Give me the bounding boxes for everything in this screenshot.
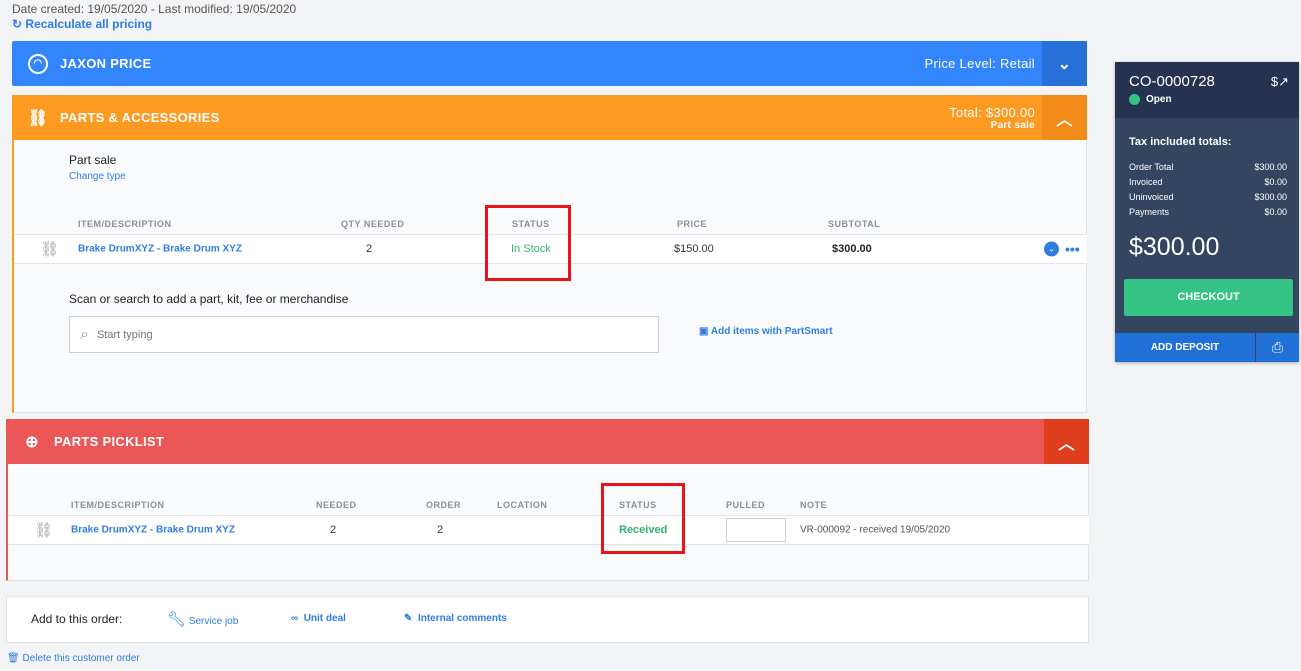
more-icon[interactable]: ••• [1065, 241, 1080, 257]
col-needed: NEEDED [316, 500, 357, 510]
picklist-header[interactable]: ⊕ PARTS PICKLIST ︿ [6, 419, 1089, 464]
order-summary: CO-0000728 Open $↗ Tax included totals: … [1115, 62, 1299, 362]
customer-name: JAXON PRICE [60, 56, 152, 71]
checkout-button[interactable]: CHECKOUT [1124, 279, 1293, 316]
highlight-box [485, 205, 571, 281]
total-line: Order Total $300.00 [1129, 162, 1287, 172]
col-order: ORDER [426, 500, 462, 510]
col-note: NOTE [800, 500, 828, 510]
recalculate-pricing-link[interactable]: ↻ Recalculate all pricing [12, 17, 152, 31]
pricing-icon[interactable]: $↗ [1271, 74, 1289, 90]
col-qty: QTY NEEDED [341, 219, 405, 229]
wrench-icon: 🔧︎ [167, 611, 187, 628]
partsmart-link[interactable]: ▣ Add items with PartSmart [699, 326, 833, 337]
col-subtotal: SUBTOTAL [828, 219, 881, 229]
parts-type: Part sale [990, 119, 1035, 131]
pulled-input[interactable] [726, 518, 786, 542]
change-type-link[interactable]: Change type [69, 171, 126, 182]
picklist-body: ITEM/DESCRIPTION NEEDED ORDER LOCATION S… [6, 464, 1089, 581]
sale-label: Part sale [69, 153, 117, 167]
print-icon[interactable]: ⎙ [1256, 333, 1299, 362]
order-id: CO-0000728 [1129, 73, 1215, 90]
highlight-box [601, 483, 685, 554]
internal-comments-link[interactable]: ✎ Internal comments [404, 613, 507, 624]
col-price: PRICE [677, 219, 708, 229]
search-icon: ⌕ [80, 325, 89, 343]
part-icon: ⛓ [34, 522, 54, 539]
total-line: Uninvoiced $300.00 [1129, 192, 1287, 202]
total-line: Payments $0.00 [1129, 207, 1287, 217]
chevron-up-icon[interactable]: ︿ [1042, 95, 1087, 140]
picklist-title: PARTS PICKLIST [54, 434, 165, 449]
refresh-icon: ↻ [12, 17, 23, 31]
total-line: Invoiced $0.00 [1129, 177, 1287, 187]
subtotal: $300.00 [832, 243, 872, 255]
col-location: LOCATION [497, 500, 548, 510]
price: $150.00 [674, 243, 714, 255]
add-label: Add to this order: [31, 612, 123, 626]
col-pulled: PULLED [726, 500, 765, 510]
price-level: Price Level: Retail [924, 56, 1035, 71]
date-info: Date created: 19/05/2020 - Last modified… [12, 2, 297, 16]
service-job-link[interactable]: 🔧︎ Service job [167, 610, 238, 628]
expand-icon[interactable]: ⌄ [1044, 241, 1059, 257]
scan-label: Scan or search to add a part, kit, fee o… [69, 292, 349, 306]
catalog-icon: ▣ [699, 326, 709, 337]
add-to-order-bar: Add to this order: 🔧︎ Service job ∞ Unit… [6, 596, 1089, 643]
parts-title: PARTS & ACCESSORIES [60, 110, 220, 125]
qty: 2 [366, 243, 373, 255]
part-icon: ⛓ [40, 241, 60, 258]
table-row[interactable]: ⛓ Brake DrumXYZ - Brake Drum XYZ 2 2 Rec… [8, 515, 1089, 545]
motorcycle-icon: ∞ [291, 613, 299, 624]
note: VR-000092 - received 19/05/2020 [800, 524, 951, 536]
part-search[interactable]: ⌕ [69, 316, 659, 353]
trash-icon: 🗑︎ [7, 653, 20, 664]
chevron-up-icon[interactable]: ︿ [1044, 419, 1089, 464]
item-link[interactable]: Brake DrumXYZ - Brake Drum XYZ [78, 244, 242, 255]
customer-header[interactable]: ◠ JAXON PRICE Price Level: Retail ⌄ [12, 41, 1087, 86]
tax-title: Tax included totals: [1129, 136, 1232, 148]
order: 2 [437, 524, 444, 536]
picklist-icon: ⊕ [25, 433, 39, 451]
status-badge: Open [1129, 94, 1172, 105]
parts-header[interactable]: ⛓ PARTS & ACCESSORIES Total: $300.00 Par… [12, 95, 1087, 140]
part-icon: ⛓ [27, 109, 49, 127]
needed: 2 [330, 524, 337, 536]
add-deposit-button[interactable]: ADD DEPOSIT [1115, 333, 1255, 362]
unit-deal-link[interactable]: ∞ Unit deal [291, 613, 346, 624]
delete-order-link[interactable]: 🗑︎ Delete this customer order [7, 653, 140, 664]
col-item: ITEM/DESCRIPTION [78, 219, 172, 229]
col-item: ITEM/DESCRIPTION [71, 500, 165, 510]
balance-due: $300.00 [1129, 233, 1220, 261]
note-icon: ✎ [404, 613, 413, 624]
chevron-down-icon[interactable]: ⌄ [1042, 41, 1087, 86]
search-input[interactable] [96, 328, 658, 341]
parts-total: Total: $300.00 [949, 104, 1035, 120]
item-link[interactable]: Brake DrumXYZ - Brake Drum XYZ [71, 525, 235, 536]
user-icon: ◠ [28, 53, 48, 74]
